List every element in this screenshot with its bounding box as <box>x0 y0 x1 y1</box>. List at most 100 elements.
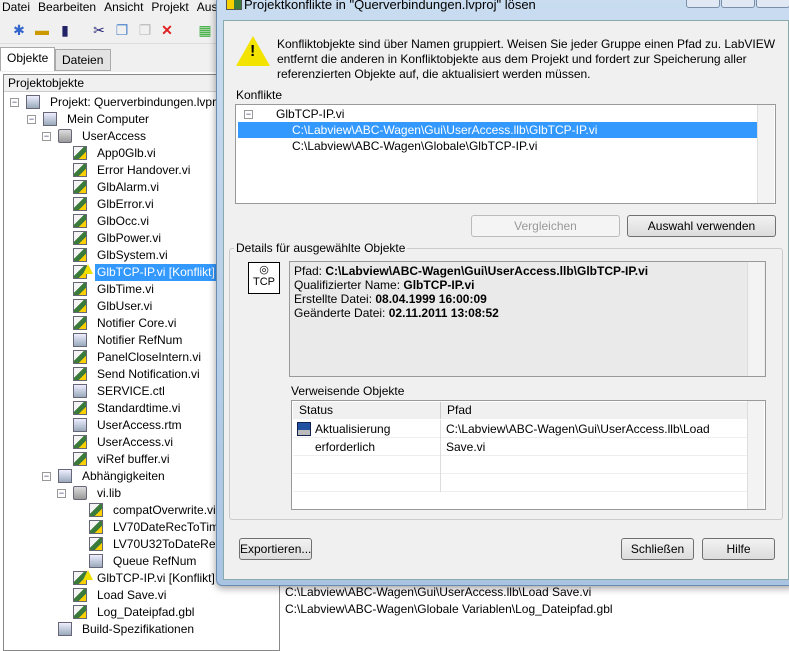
collapse-toggle[interactable]: − <box>27 115 36 124</box>
collapse-toggle[interactable]: − <box>42 472 51 481</box>
ctl-icon <box>89 554 103 568</box>
qname-value: GlbTCP-IP.vi <box>403 278 475 292</box>
menu-bearbeiten[interactable]: Bearbeiten <box>36 0 102 14</box>
ctl-icon <box>73 333 87 347</box>
created-label: Erstellte Datei: <box>294 292 373 306</box>
labview-icon <box>226 0 242 10</box>
tree-item-label: Build-Spezifikationen <box>82 622 195 636</box>
scrollbar[interactable] <box>747 262 764 376</box>
vi-icon <box>73 401 87 415</box>
vi-icon <box>73 214 87 228</box>
table-row[interactable]: Aktualisierung erforderlich C:\Labview\A… <box>293 420 749 454</box>
toolbar: ✱ ▬ ▮ ✂ ❐ ❐ ✕ ▦ <box>0 16 230 44</box>
vi-icon: ◎ TCP <box>248 262 280 294</box>
table-row-empty <box>293 474 749 492</box>
tree-item-label: Error Handover.vi <box>97 163 191 177</box>
vi-icon <box>89 520 103 534</box>
menu-projekt[interactable]: Projekt <box>149 0 194 14</box>
qname-label: Qualifizierter Name: <box>294 278 401 292</box>
close-window-button[interactable] <box>756 0 789 8</box>
conflicts-label: Konflikte <box>236 88 283 102</box>
delete-icon[interactable]: ✕ <box>158 21 176 39</box>
conflict-path[interactable]: C:\Labview\ABC-Wagen\Globale\GlbTCP-IP.v… <box>238 138 758 154</box>
menu-ansicht[interactable]: Ansicht <box>102 0 149 14</box>
conflict-group[interactable]: GlbTCP-IP.vi <box>238 106 758 122</box>
rtm-icon <box>73 418 87 432</box>
tree-item-label: App0Glb.vi <box>97 146 156 160</box>
tree-item-label: GlbTCP-IP.vi [Konflikt] <box>95 264 217 281</box>
scrollbar[interactable] <box>757 105 774 203</box>
save-all-icon[interactable]: ▮ <box>56 21 74 39</box>
vi-icon <box>89 503 103 517</box>
project-icon[interactable]: ▦ <box>196 21 214 39</box>
tree-item-label: Notifier Core.vi <box>97 316 177 330</box>
vi-icon <box>73 316 87 330</box>
file-path: C:\Labview\ABC-Wagen\Globale Variablen\L… <box>285 602 613 616</box>
minimize-button[interactable] <box>686 0 720 8</box>
path-value: C:\Labview\ABC-Wagen\Gui\UserAccess.llb\… <box>325 264 649 278</box>
vi-icon <box>73 435 87 449</box>
collapse-toggle[interactable]: − <box>42 132 51 141</box>
scrollbar[interactable] <box>747 401 764 509</box>
vi-icon <box>73 452 87 466</box>
vi-icon <box>73 163 87 177</box>
collapse-toggle[interactable]: − <box>10 98 19 107</box>
vi-icon <box>73 367 87 381</box>
open-icon[interactable]: ▬ <box>33 21 51 39</box>
referencing-label: Verweisende Objekte <box>291 384 405 398</box>
tree-item-label: Standardtime.vi <box>97 401 181 415</box>
tree-item[interactable]: Load Save.vi <box>0 587 278 604</box>
cut-icon[interactable]: ✂ <box>90 21 108 39</box>
vi-icon <box>73 146 87 160</box>
tree-item-label: GlbUser.vi <box>97 299 153 313</box>
tree-item-label: Mein Computer <box>67 112 150 126</box>
collapse-toggle[interactable]: − <box>57 489 66 498</box>
paste-icon[interactable]: ❐ <box>136 21 154 39</box>
tab-dateien[interactable]: Dateien <box>55 49 111 71</box>
export-button[interactable]: Exportieren... <box>239 538 312 560</box>
vi-icon <box>73 248 87 262</box>
column-path[interactable]: Pfad <box>441 402 749 419</box>
row-path: C:\Labview\ABC-Wagen\Gui\UserAccess.llb\… <box>441 420 749 454</box>
details-label: Details für ausgewählte Objekte <box>234 241 408 255</box>
tree-item-label: GlbOcc.vi <box>97 214 150 228</box>
new-icon[interactable]: ✱ <box>10 21 28 39</box>
tree-item[interactable]: Build-Spezifikationen <box>0 621 278 638</box>
maximize-button[interactable] <box>721 0 755 8</box>
path-label: Pfad: <box>294 264 323 278</box>
tab-objekte[interactable]: Objekte <box>0 47 56 71</box>
referencing-table[interactable]: Status Pfad Aktualisierung erforderlich … <box>291 400 766 510</box>
compare-button[interactable]: Vergleichen <box>471 215 620 237</box>
tree-item[interactable]: Log_Dateipfad.gbl <box>0 604 278 621</box>
vi-icon <box>73 282 87 296</box>
tree-item-label: GlbPower.vi <box>97 231 162 245</box>
warning-icon <box>236 36 270 66</box>
build-icon <box>58 622 72 636</box>
vi-icon-text: TCP <box>253 276 275 288</box>
help-button[interactable]: Hilfe <box>702 538 775 560</box>
dialog-title: Projektkonflikte in "Querverbindungen.lv… <box>244 0 536 12</box>
tree-item-label: SERVICE.ctl <box>97 384 165 398</box>
conflicts-list[interactable]: − GlbTCP-IP.vi C:\Labview\ABC-Wagen\Gui\… <box>235 104 776 204</box>
computer-icon <box>43 112 57 126</box>
tree-item-label: viRef buffer.vi <box>97 452 170 466</box>
table-row-empty <box>293 456 749 474</box>
close-button[interactable]: Schließen <box>621 538 694 560</box>
use-selection-button[interactable]: Auswahl verwenden <box>627 215 776 237</box>
tree-item-label: Queue RefNum <box>113 554 197 568</box>
vi-icon <box>73 197 87 211</box>
tree-item-label: Abhängigkeiten <box>82 469 165 483</box>
created-value: 08.04.1999 16:00:09 <box>375 292 487 306</box>
modified-label: Geänderte Datei: <box>294 306 386 320</box>
menu-datei[interactable]: Datei <box>0 0 36 14</box>
tree-item-label: GlbAlarm.vi <box>97 180 160 194</box>
tree-item-label: Load Save.vi <box>97 588 167 602</box>
tree-item-label: GlbSystem.vi <box>97 248 168 262</box>
tree-item-label: vi.lib <box>97 486 122 500</box>
column-status[interactable]: Status <box>293 402 441 419</box>
vi-icon <box>73 264 93 279</box>
vi-icon <box>73 231 87 245</box>
tree-item-label: GlbError.vi <box>97 197 154 211</box>
conflict-path-selected[interactable]: C:\Labview\ABC-Wagen\Gui\UserAccess.llb\… <box>238 122 758 138</box>
copy-icon[interactable]: ❐ <box>113 21 131 39</box>
